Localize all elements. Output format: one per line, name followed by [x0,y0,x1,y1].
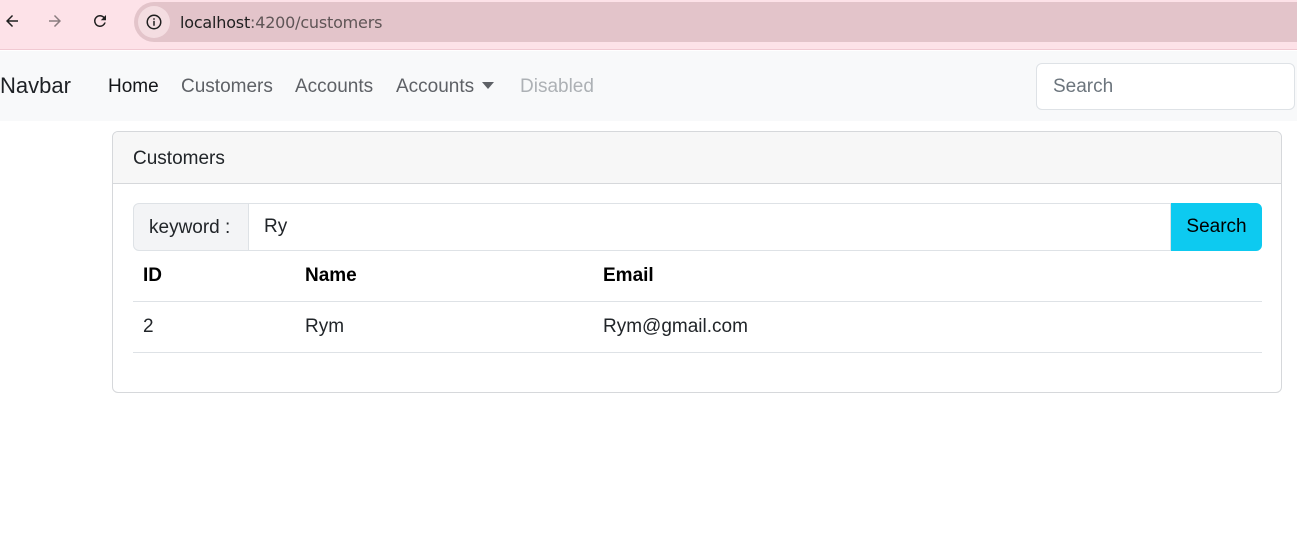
column-header-id: ID [133,251,295,302]
url-path: :4200/customers [250,13,383,32]
navbar-brand[interactable]: Navbar [0,73,71,99]
nav-link-accounts[interactable]: Accounts [295,76,373,98]
customers-card: Customers keyword : Search ID Name Email… [112,131,1282,393]
customers-table: ID Name Email 2 Rym Rym@gmail.com [133,251,1262,353]
caret-down-icon [482,81,495,89]
nav-link-home[interactable]: Home [108,76,159,98]
keyword-label: keyword : [133,203,249,251]
nav-dropdown-label: Accounts [396,76,475,97]
column-header-name: Name [295,251,593,302]
url-host: localhost [180,13,251,32]
site-info-icon[interactable] [138,6,170,38]
cell-id: 2 [133,301,295,353]
column-header-email: Email [593,251,1262,302]
table-header-row: ID Name Email [133,251,1262,302]
browser-toolbar: localhost:4200/customers [0,0,1297,50]
navbar-search-input[interactable] [1036,63,1295,110]
forward-arrow-icon[interactable] [43,9,67,33]
nav-link-customers[interactable]: Customers [181,76,273,98]
nav-link-disabled: Disabled [520,76,594,97]
reload-icon[interactable] [88,9,112,33]
back-arrow-icon[interactable] [0,9,24,33]
nav-dropdown-accounts[interactable]: Accounts [396,76,495,98]
cell-name: Rym [295,301,593,353]
cell-email: Rym@gmail.com [593,301,1262,353]
keyword-input[interactable] [249,203,1171,251]
keyword-search-group: keyword : Search [133,203,1262,251]
url-text: localhost:4200/customers [180,13,382,32]
address-bar[interactable]: localhost:4200/customers [134,2,1297,42]
navbar: Navbar Home Customers Accounts Accounts … [0,51,1297,121]
card-header: Customers [113,132,1281,184]
search-button[interactable]: Search [1171,203,1262,251]
table-row: 2 Rym Rym@gmail.com [133,301,1262,353]
